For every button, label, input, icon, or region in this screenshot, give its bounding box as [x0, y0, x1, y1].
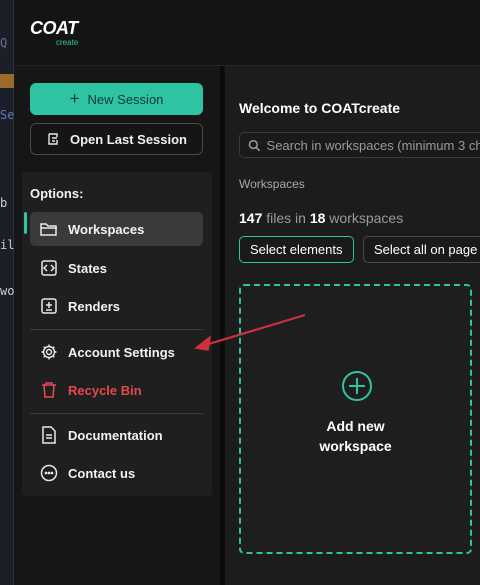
main-panel: Welcome to COATcreate Workspaces 147 fil… [224, 66, 480, 585]
sidebar-item-renders[interactable]: Renders [30, 289, 203, 323]
section-label: Workspaces [239, 177, 305, 191]
workspaces-word: workspaces [329, 210, 404, 226]
files-count: 147 [239, 210, 263, 226]
trash-icon [30, 381, 68, 399]
sidebar-item-recycle-bin[interactable]: Recycle Bin [30, 373, 203, 407]
select-all-button[interactable]: Select all on page [363, 236, 480, 263]
app-header: COAT create [14, 0, 480, 66]
chat-icon [30, 464, 68, 482]
editor-fragment: b [0, 196, 8, 210]
sidebar-item-account-settings[interactable]: Account Settings [30, 335, 203, 369]
active-indicator [24, 212, 27, 234]
sidebar-item-label: Documentation [68, 427, 163, 443]
sidebar-item-label: Contact us [68, 465, 136, 481]
brand-name: COAT [30, 18, 78, 38]
editor-fragment: Se [0, 108, 14, 122]
brand-sub: create [56, 38, 79, 47]
page-title: Welcome to COATcreate [239, 100, 401, 116]
new-session-label: New Session [87, 91, 164, 107]
search-input[interactable] [266, 137, 480, 153]
sidebar: + New Session Open Last Session Options:… [14, 66, 220, 585]
add-circle-icon [342, 371, 372, 401]
sidebar-item-label: Workspaces [68, 221, 145, 237]
editor-fragment: wo [0, 284, 14, 298]
divider [30, 413, 203, 414]
sidebar-item-workspaces[interactable]: Workspaces [30, 212, 203, 246]
divider [30, 329, 203, 330]
workspaces-count: 18 [309, 210, 326, 226]
options-title: Options: [30, 186, 84, 201]
sidebar-item-documentation[interactable]: Documentation [30, 418, 203, 452]
options-panel: Options: Workspaces States Renders Accou… [22, 172, 212, 496]
select-elements-button[interactable]: Select elements [239, 236, 354, 263]
sidebar-item-contact-us[interactable]: Contact us [30, 456, 203, 490]
search-box[interactable] [239, 132, 480, 158]
code-icon [30, 259, 68, 277]
restore-icon [48, 133, 58, 145]
plus-box-icon [30, 297, 68, 315]
editor-fragment: il [0, 238, 14, 252]
files-word: files in [266, 210, 306, 226]
sidebar-item-label: Recycle Bin [68, 382, 142, 398]
add-workspace-card[interactable]: Add new workspace [239, 284, 472, 554]
open-last-session-button[interactable]: Open Last Session [30, 123, 203, 155]
brand-logo[interactable]: COAT create [30, 18, 78, 47]
document-icon [30, 426, 68, 444]
sidebar-item-label: Account Settings [68, 344, 175, 360]
add-workspace-label: Add new workspace [319, 418, 392, 454]
plus-icon: + [69, 89, 80, 108]
files-summary: 147 files in 18 workspaces [239, 210, 403, 226]
sidebar-item-label: States [68, 260, 108, 276]
open-last-session-label: Open Last Session [69, 131, 188, 147]
background-editor-strip: Q Se b il wo [0, 0, 14, 585]
search-icon [248, 139, 261, 151]
sidebar-item-states[interactable]: States [30, 251, 203, 285]
folder-icon [30, 222, 68, 237]
new-session-button[interactable]: + New Session [30, 83, 203, 115]
gear-icon [30, 343, 68, 361]
sidebar-item-label: Renders [68, 298, 121, 314]
editor-fragment [0, 74, 14, 88]
editor-fragment: Q [0, 36, 8, 50]
